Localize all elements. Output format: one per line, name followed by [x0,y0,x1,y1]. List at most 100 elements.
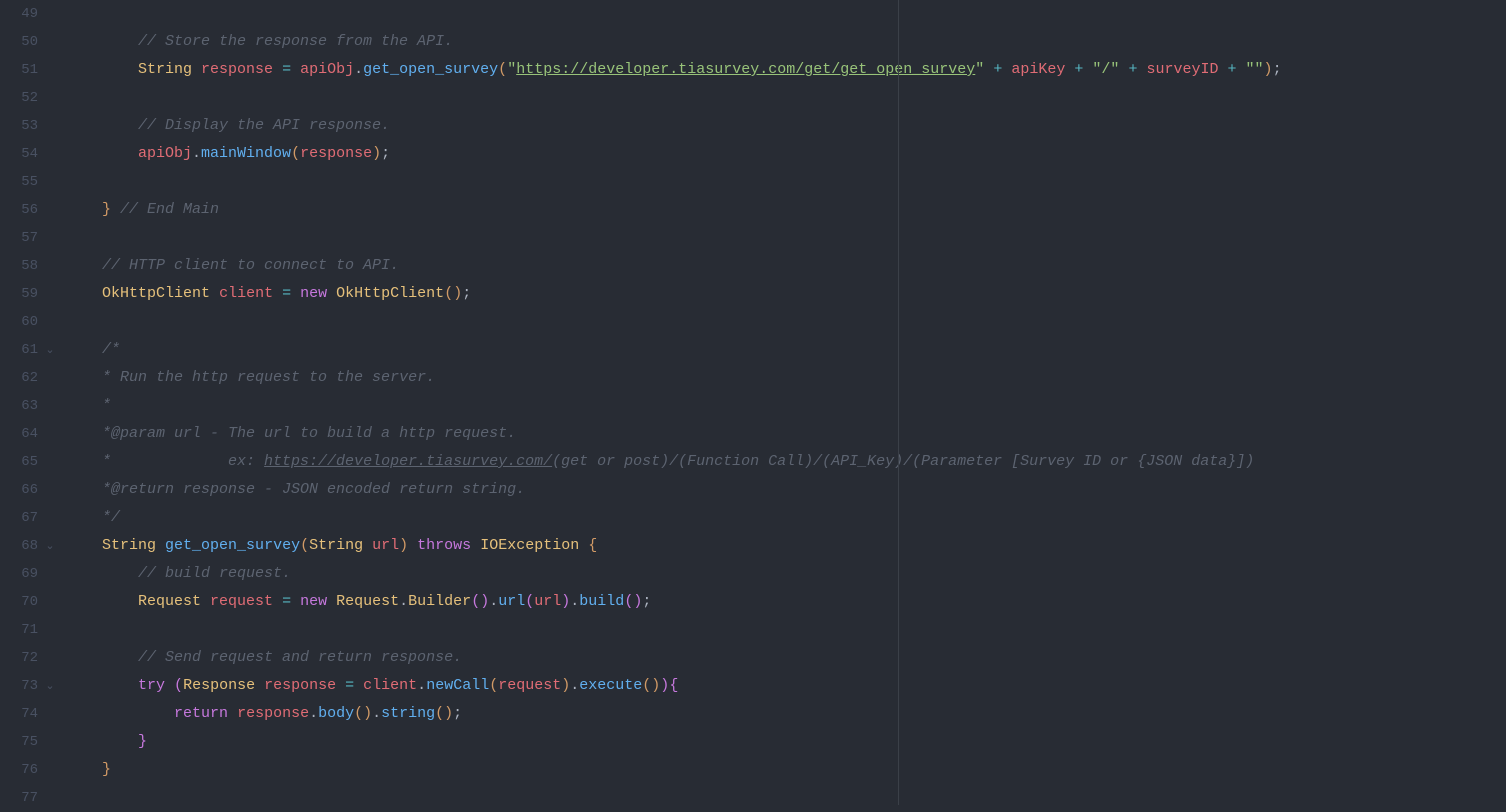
fold-chevron-icon[interactable]: ⌄ [40,343,60,357]
code-line[interactable]: String get_open_survey(String url) throw… [66,532,1506,560]
code-token: " [975,61,984,78]
code-token [66,677,138,694]
code-line[interactable] [66,0,1506,28]
code-line[interactable]: // Send request and return response. [66,644,1506,672]
code-line[interactable] [66,616,1506,644]
code-line[interactable]: } [66,728,1506,756]
code-token: apiObj [300,61,354,78]
code-line[interactable]: } // End Main [66,196,1506,224]
code-token: * ex: [102,453,264,470]
code-token [66,61,138,78]
line-number: 54 [0,146,38,162]
code-line[interactable]: return response.body().string(); [66,700,1506,728]
code-token: mainWindow [201,145,291,162]
code-token: ) [372,145,381,162]
code-token [66,565,138,582]
code-token: surveyID [1146,61,1218,78]
gutter-row: 77 [0,784,62,812]
code-line[interactable]: // HTTP client to connect to API. [66,252,1506,280]
line-number: 60 [0,314,38,330]
line-number: 59 [0,286,38,302]
code-token: ) [399,537,408,554]
code-token: new [300,593,327,610]
code-line[interactable]: apiObj.mainWindow(response); [66,140,1506,168]
code-token: * Run the http request to the server. [102,369,435,386]
code-line[interactable]: * [66,392,1506,420]
code-line[interactable]: } [66,756,1506,784]
code-token [66,425,102,442]
gutter-row: 63 [0,392,62,420]
code-line[interactable] [66,168,1506,196]
code-area[interactable]: // Store the response from the API. Stri… [62,0,1506,805]
code-token [336,677,345,694]
gutter-row: 53 [0,112,62,140]
gutter-row: 67 [0,504,62,532]
code-token: () [435,705,453,722]
code-token [66,285,102,302]
code-token: () [624,593,642,610]
code-token [984,61,993,78]
code-token: ( [174,677,183,694]
code-token [291,61,300,78]
code-token: url [498,593,525,610]
code-line[interactable] [66,84,1506,112]
code-token [66,341,102,358]
code-line[interactable]: *@param url - The url to build a http re… [66,420,1506,448]
code-token: . [192,145,201,162]
code-token: = [282,285,291,302]
gutter-row: 64 [0,420,62,448]
code-line[interactable]: * Run the http request to the server. [66,364,1506,392]
fold-chevron-icon[interactable]: ⌄ [40,539,60,553]
code-line[interactable] [66,224,1506,252]
code-token: + [1228,61,1237,78]
code-line[interactable]: Request request = new Request.Builder().… [66,588,1506,616]
code-token [66,257,102,274]
code-token: . [399,593,408,610]
code-token [111,201,120,218]
code-token: response [237,705,309,722]
code-line[interactable]: try (Response response = client.newCall(… [66,672,1506,700]
code-line[interactable]: *@return response - JSON encoded return … [66,476,1506,504]
code-token: ( [489,677,498,694]
code-editor[interactable]: 49505152535455565758596061⌄6263646566676… [0,0,1506,805]
code-line[interactable]: */ [66,504,1506,532]
code-token: string [381,705,435,722]
code-line[interactable]: * ex: https://developer.tiasurvey.com/(g… [66,448,1506,476]
code-line[interactable]: // Store the response from the API. [66,28,1506,56]
code-token: ( [300,537,309,554]
code-line[interactable]: String response = apiObj.get_open_survey… [66,56,1506,84]
code-token [1002,61,1011,78]
line-number: 61 [0,342,38,358]
code-token: response [300,145,372,162]
code-token [1218,61,1227,78]
gutter-row: 50 [0,28,62,56]
code-token: . [354,61,363,78]
code-line[interactable] [66,784,1506,812]
code-line[interactable]: // build request. [66,560,1506,588]
code-token [201,593,210,610]
code-token [471,537,480,554]
code-line[interactable]: /* [66,336,1506,364]
code-token: Response [183,677,255,694]
code-token: client [363,677,417,694]
code-token [66,397,102,414]
gutter-row: 56 [0,196,62,224]
code-token: *@param url - The url to build a http re… [102,425,516,442]
code-token [66,761,102,778]
gutter-row: 57 [0,224,62,252]
code-token: url [534,593,561,610]
code-token [273,593,282,610]
code-token: newCall [426,677,489,694]
code-token [66,369,102,386]
fold-chevron-icon[interactable]: ⌄ [40,679,60,693]
code-line[interactable]: // Display the API response. [66,112,1506,140]
code-token: } [102,201,111,218]
line-number: 70 [0,594,38,610]
code-token [66,33,138,50]
code-token: ; [1273,61,1282,78]
code-line[interactable]: OkHttpClient client = new OkHttpClient()… [66,280,1506,308]
code-token [255,677,264,694]
code-line[interactable] [66,308,1506,336]
code-token [363,537,372,554]
line-number: 52 [0,90,38,106]
